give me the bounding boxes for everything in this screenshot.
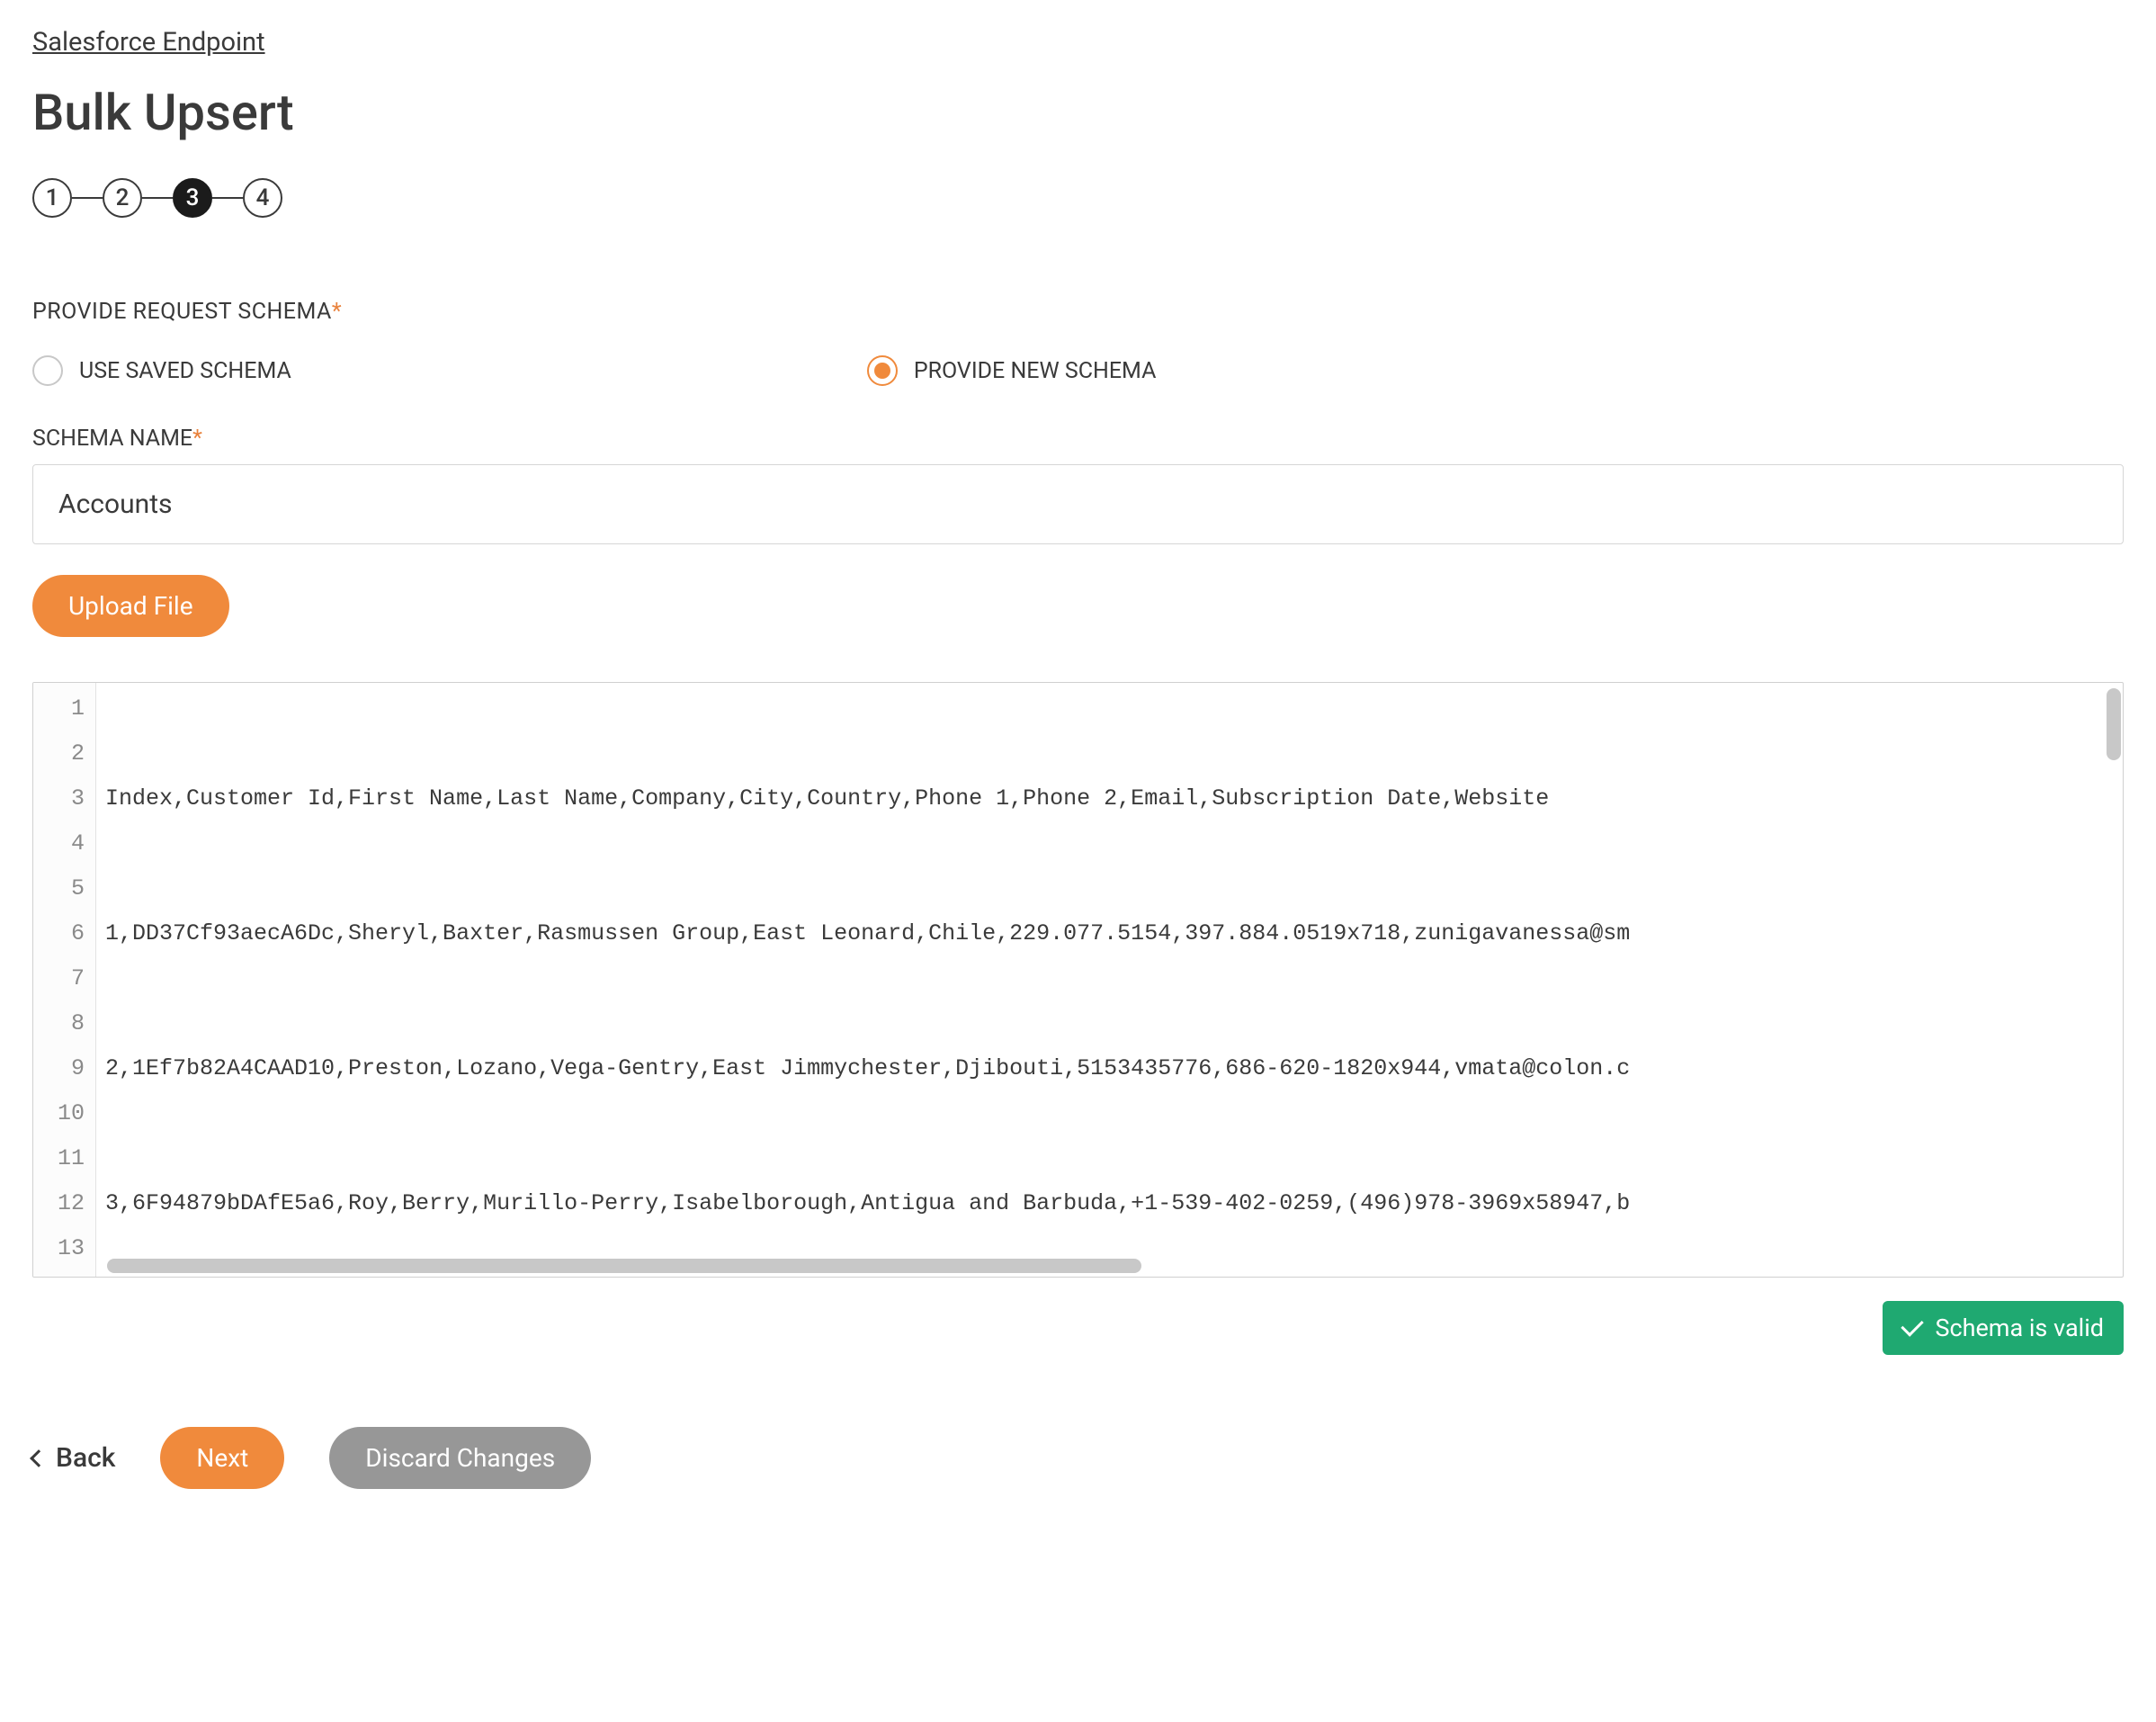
radio-icon: [32, 355, 63, 386]
discard-changes-button[interactable]: Discard Changes: [329, 1427, 591, 1489]
check-icon: [1901, 1314, 1924, 1336]
radio-provide-new-schema[interactable]: PROVIDE NEW SCHEMA: [867, 355, 1157, 386]
upload-file-button[interactable]: Upload File: [32, 575, 229, 637]
step-4[interactable]: 4: [243, 178, 282, 218]
next-button[interactable]: Next: [160, 1427, 284, 1489]
schema-name-input[interactable]: [32, 464, 2124, 544]
step-2[interactable]: 2: [103, 178, 142, 218]
step-line: [212, 197, 243, 200]
page-title: Bulk Upsert: [32, 83, 2124, 142]
horizontal-scrollbar[interactable]: [107, 1259, 1141, 1273]
request-schema-label: PROVIDE REQUEST SCHEMA*: [32, 299, 2124, 325]
required-asterisk-icon: *: [332, 299, 342, 325]
vertical-scrollbar[interactable]: [2107, 688, 2121, 760]
required-asterisk-icon: *: [192, 426, 202, 452]
schema-valid-badge: Schema is valid: [1883, 1301, 2124, 1355]
code-editor[interactable]: 1 2 3 4 5 6 7 8 9 10 11 12 13 Index,Cust…: [32, 682, 2124, 1278]
line-number-gutter: 1 2 3 4 5 6 7 8 9 10 11 12 13: [33, 683, 96, 1277]
step-line: [72, 197, 103, 200]
radio-label: USE SAVED SCHEMA: [79, 358, 291, 384]
stepper: 1 2 3 4: [32, 178, 2124, 218]
radio-label: PROVIDE NEW SCHEMA: [914, 358, 1157, 384]
radio-use-saved-schema[interactable]: USE SAVED SCHEMA: [32, 355, 291, 386]
step-3[interactable]: 3: [173, 178, 212, 218]
breadcrumb-salesforce-endpoint[interactable]: Salesforce Endpoint: [32, 27, 265, 58]
step-line: [142, 197, 173, 200]
back-button[interactable]: Back: [32, 1442, 115, 1474]
step-1[interactable]: 1: [32, 178, 72, 218]
radio-icon: [867, 355, 898, 386]
chevron-left-icon: [30, 1449, 48, 1467]
schema-name-label: SCHEMA NAME*: [32, 426, 2124, 452]
code-content[interactable]: Index,Customer Id,First Name,Last Name,C…: [96, 683, 2123, 1277]
